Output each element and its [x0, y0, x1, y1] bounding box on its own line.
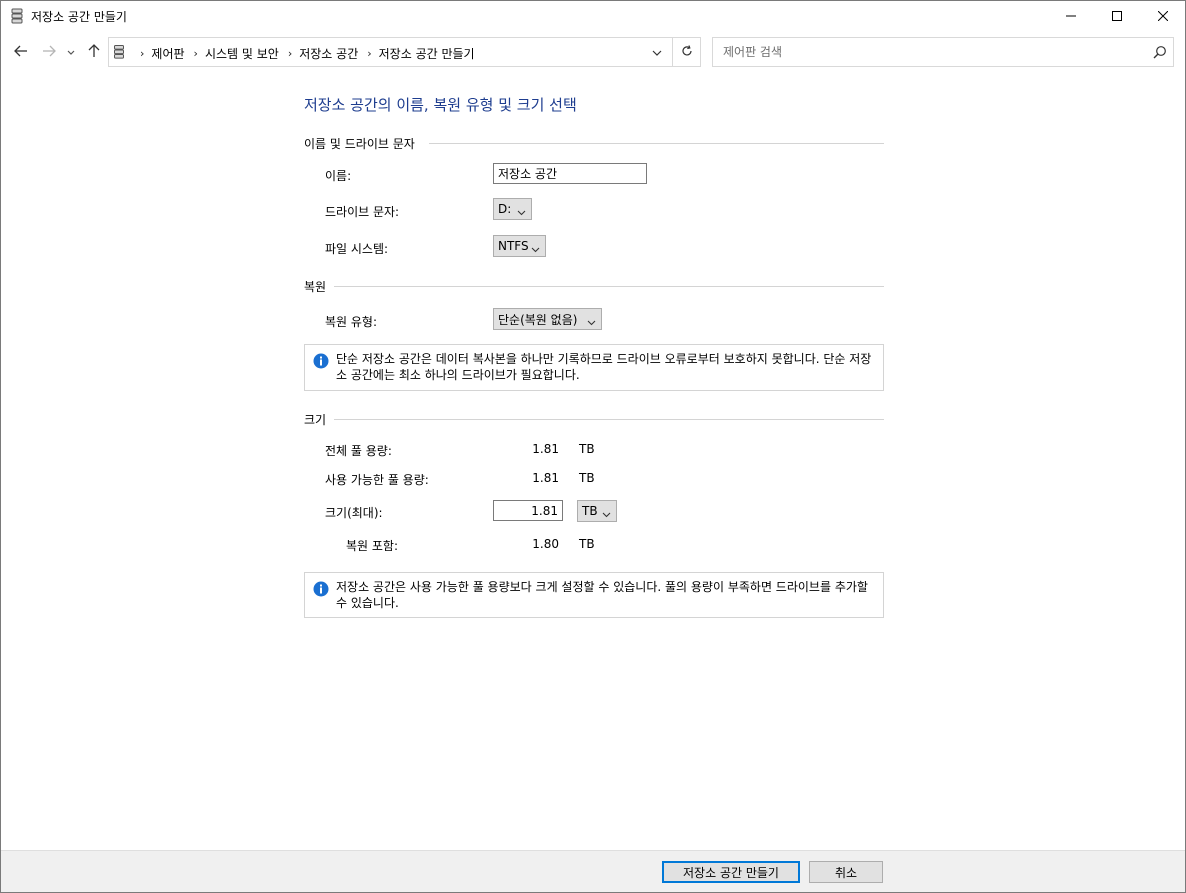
navigation-bar: › 제어판 › 시스템 및 보안 › 저장소 공간 › 저장소 공간 만들기	[1, 32, 1185, 72]
including-resiliency-unit: TB	[579, 537, 595, 551]
size-info-box: 저장소 공간은 사용 가능한 풀 용량보다 크게 설정할 수 있습니다. 풀의 …	[304, 572, 884, 618]
footer-bar: 저장소 공간 만들기 취소	[1, 850, 1185, 892]
section-divider	[334, 419, 884, 420]
drive-letter-label: 드라이브 문자:	[325, 205, 400, 219]
drive-letter-value: D:	[498, 202, 512, 216]
size-unit-select[interactable]: TB	[577, 500, 617, 522]
breadcrumb-storage-spaces[interactable]: 저장소 공간	[299, 45, 358, 62]
chevron-right-icon[interactable]: ›	[140, 47, 144, 60]
search-input[interactable]	[713, 38, 1143, 66]
create-storage-space-button[interactable]: 저장소 공간 만들기	[662, 861, 800, 883]
section-label: 복원	[304, 278, 333, 295]
size-max-label: 크기(최대):	[325, 506, 383, 520]
refresh-icon	[681, 44, 693, 60]
refresh-button[interactable]	[672, 38, 701, 66]
chevron-down-icon	[531, 242, 540, 256]
cancel-button[interactable]: 취소	[809, 861, 883, 883]
minimize-button[interactable]	[1048, 1, 1094, 32]
info-icon	[313, 581, 329, 600]
section-size: 크기	[304, 411, 884, 428]
arrow-right-icon	[42, 45, 56, 60]
resiliency-type-label: 복원 유형:	[325, 315, 378, 329]
size-unit-value: TB	[582, 504, 598, 518]
resiliency-info-box: 단순 저장소 공간은 데이터 복사본을 하나만 기록하므로 드라이브 오류로부터…	[304, 344, 884, 391]
section-divider	[429, 143, 884, 144]
info-icon	[313, 353, 329, 372]
arrow-up-icon	[88, 43, 100, 61]
breadcrumb-system-security[interactable]: 시스템 및 보안	[205, 45, 279, 62]
chevron-down-icon	[602, 507, 611, 521]
filesystem-label: 파일 시스템:	[325, 242, 389, 256]
size-input[interactable]	[493, 500, 563, 521]
available-capacity-value: 1.81	[532, 471, 559, 485]
including-resiliency-value: 1.80	[532, 537, 559, 551]
filesystem-select[interactable]: NTFS	[493, 235, 546, 257]
section-label: 크기	[304, 411, 333, 428]
size-info-text: 저장소 공간은 사용 가능한 풀 용량보다 크게 설정할 수 있습니다. 풀의 …	[336, 580, 868, 610]
storage-spaces-icon	[11, 8, 23, 24]
close-icon	[1157, 10, 1169, 24]
chevron-right-icon[interactable]: ›	[194, 47, 198, 60]
chevron-down-icon	[587, 315, 596, 329]
name-label: 이름:	[325, 169, 352, 183]
total-capacity-value: 1.81	[532, 442, 559, 456]
arrow-left-icon	[14, 45, 28, 60]
chevron-down-icon	[652, 45, 662, 59]
search-icon[interactable]	[1153, 45, 1167, 62]
section-label: 이름 및 드라이브 문자	[304, 135, 421, 152]
chevron-right-icon[interactable]: ›	[367, 47, 371, 60]
address-history-button[interactable]	[642, 38, 672, 66]
storage-spaces-window: 저장소 공간 만들기 › 제어판 › 시스템 및 보안 › 저장소 공간 › 저…	[0, 0, 1186, 893]
resiliency-type-select[interactable]: 단순(복원 없음)	[493, 308, 602, 330]
name-input[interactable]	[493, 163, 647, 184]
available-capacity-unit: TB	[579, 471, 595, 485]
section-resiliency: 복원	[304, 278, 884, 295]
total-capacity-label: 전체 풀 용량:	[325, 444, 392, 458]
chevron-right-icon[interactable]: ›	[288, 47, 292, 60]
up-button[interactable]	[84, 41, 104, 63]
including-resiliency-label: 복원 포함:	[346, 539, 399, 553]
total-capacity-unit: TB	[579, 442, 595, 456]
section-divider	[334, 286, 884, 287]
chevron-down-icon	[67, 45, 75, 59]
back-button[interactable]	[11, 41, 31, 63]
storage-spaces-icon	[114, 45, 124, 62]
resiliency-type-value: 단순(복원 없음)	[498, 312, 578, 327]
breadcrumb: › 제어판 › 시스템 및 보안 › 저장소 공간 › 저장소 공간 만들기	[131, 45, 475, 62]
breadcrumb-create-storage-space[interactable]: 저장소 공간 만들기	[379, 45, 475, 62]
recent-locations-button[interactable]	[64, 41, 78, 63]
close-button[interactable]	[1140, 1, 1185, 32]
available-capacity-label: 사용 가능한 풀 용량:	[325, 473, 429, 487]
drive-letter-select[interactable]: D:	[493, 198, 532, 220]
filesystem-value: NTFS	[498, 239, 529, 253]
chevron-down-icon	[517, 205, 526, 219]
maximize-button[interactable]	[1094, 1, 1140, 32]
title-bar: 저장소 공간 만들기	[1, 1, 1185, 32]
address-bar[interactable]: › 제어판 › 시스템 및 보안 › 저장소 공간 › 저장소 공간 만들기	[108, 37, 701, 67]
search-box[interactable]	[712, 37, 1174, 67]
maximize-icon	[1112, 10, 1122, 24]
section-name-drive: 이름 및 드라이브 문자	[304, 135, 884, 152]
breadcrumb-control-panel[interactable]: 제어판	[151, 45, 184, 62]
page-title: 저장소 공간의 이름, 복원 유형 및 크기 선택	[304, 96, 577, 114]
minimize-icon	[1066, 10, 1076, 24]
forward-button[interactable]	[39, 41, 59, 63]
window-title: 저장소 공간 만들기	[31, 10, 127, 24]
resiliency-info-text: 단순 저장소 공간은 데이터 복사본을 하나만 기록하므로 드라이브 오류로부터…	[336, 352, 872, 382]
